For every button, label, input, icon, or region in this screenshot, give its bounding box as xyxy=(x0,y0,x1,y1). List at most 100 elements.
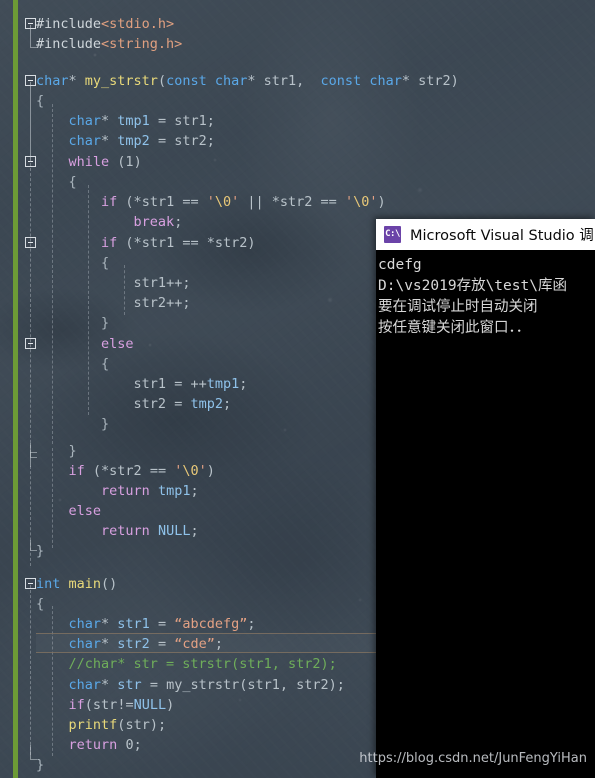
code-token: ( xyxy=(109,154,126,170)
code-token: ( xyxy=(157,73,167,89)
code-token: char xyxy=(36,73,69,89)
code-line[interactable]: printf(str); xyxy=(36,715,167,735)
code-line[interactable]: //char* str = strstr(str1, str2); xyxy=(36,654,337,674)
code-token: == * xyxy=(174,235,215,251)
code-line[interactable]: int main() xyxy=(36,574,117,594)
code-line[interactable]: str2 = tmp2; xyxy=(36,394,232,414)
code-token: tmp1 xyxy=(117,113,150,129)
code-token: * xyxy=(101,133,118,149)
console-window[interactable]: C:\ Microsoft Visual Studio 调 cdefg D:\vs… xyxy=(376,219,595,778)
code-line[interactable]: if (*str1 == '\0' || *str2 == '\0') xyxy=(36,192,386,212)
console-title-bar[interactable]: C:\ Microsoft Visual Studio 调 xyxy=(376,219,595,250)
code-token: str2 xyxy=(214,235,248,251)
code-token: ; xyxy=(214,636,223,652)
code-token: if xyxy=(68,463,85,479)
code-token: ' xyxy=(344,194,354,210)
screenshot-root: #include<stdio.h> #include<string.h> char*… xyxy=(0,0,595,778)
code-token: ) xyxy=(377,194,386,210)
code-token: str1 xyxy=(141,235,175,251)
code-line[interactable]: else xyxy=(36,501,102,521)
code-token: my_strstr xyxy=(84,73,158,89)
code-token: str1 xyxy=(117,616,150,632)
code-line[interactable]: { xyxy=(36,253,109,273)
code-line[interactable]: { xyxy=(36,172,77,192)
code-token: str2 xyxy=(133,396,167,412)
code-line[interactable]: else xyxy=(36,334,134,354)
code-token: str2 xyxy=(279,194,313,210)
code-token: char xyxy=(68,677,102,693)
code-token: str1 xyxy=(133,275,167,291)
code-line[interactable]: return NULL; xyxy=(36,521,199,541)
code-token: tmp2 xyxy=(117,133,150,149)
code-line[interactable]: char* str1 = “abcdefg”; xyxy=(36,614,256,634)
code-token: str1 xyxy=(141,194,175,210)
code-line[interactable]: if(str!=NULL) xyxy=(36,695,175,715)
code-token: { xyxy=(36,356,110,372)
code-token: ; xyxy=(206,133,215,149)
code-line[interactable]: } xyxy=(36,313,109,333)
code-token: { xyxy=(36,174,77,190)
code-token: == xyxy=(312,194,345,210)
code-line[interactable]: #include<stdio.h> xyxy=(36,14,174,34)
code-line[interactable]: { xyxy=(36,354,109,374)
code-token: ); xyxy=(149,717,167,733)
code-token: str1 xyxy=(263,73,297,89)
code-token: else xyxy=(68,503,102,519)
code-token: = xyxy=(149,113,175,129)
code-token: * xyxy=(101,113,118,129)
code-line[interactable]: } xyxy=(36,441,77,461)
code-line[interactable]: char* str = my_strstr(str1, str2); xyxy=(36,675,345,695)
code-line[interactable]: #include<string.h> xyxy=(36,34,182,54)
code-line[interactable]: { xyxy=(36,594,44,614)
code-token: const xyxy=(166,73,207,89)
code-token: == xyxy=(174,194,207,210)
code-token: str2 xyxy=(296,677,329,693)
code-token: my_strstr xyxy=(166,677,240,693)
code-line[interactable]: char* tmp1 = str1; xyxy=(36,111,215,131)
code-line[interactable]: if (*str2 == '\0') xyxy=(36,461,215,481)
code-token: ' xyxy=(206,194,215,210)
code-token: main xyxy=(68,576,102,592)
code-line[interactable]: break; xyxy=(36,212,183,232)
code-line[interactable]: str2++; xyxy=(36,293,191,313)
code-token: * xyxy=(247,73,264,89)
code-token: ; xyxy=(239,376,248,392)
code-token: str xyxy=(92,697,118,713)
code-token: ++; xyxy=(166,295,191,311)
code-token: if xyxy=(101,235,118,251)
code-line[interactable]: { xyxy=(36,91,44,111)
code-line[interactable]: } xyxy=(36,541,44,561)
code-line[interactable]: } xyxy=(36,414,109,434)
code-token: } xyxy=(36,543,45,559)
code-token: = ++ xyxy=(166,376,207,392)
code-token: = xyxy=(149,133,175,149)
code-token: NULL xyxy=(157,523,191,539)
code-token: break xyxy=(133,214,175,230)
code-line[interactable]: char* my_strstr(const char* str1, const … xyxy=(36,71,459,91)
code-line[interactable]: char* str2 = “cde”; xyxy=(36,634,223,654)
code-token: char xyxy=(68,616,102,632)
code-line[interactable]: return tmp1; xyxy=(36,481,199,501)
console-icon-glyph: C:\ xyxy=(385,229,400,239)
code-token: return xyxy=(101,483,150,499)
code-line[interactable]: char* tmp2 = str2; xyxy=(36,131,215,151)
code-token: ++; xyxy=(166,275,191,291)
code-line[interactable]: if (*str1 == *str2) xyxy=(36,233,255,253)
code-token: #include xyxy=(36,36,102,52)
code-line[interactable]: str1++; xyxy=(36,273,191,293)
code-line[interactable]: str1 = ++tmp1; xyxy=(36,374,248,394)
code-token: ; xyxy=(206,113,215,129)
code-token: = xyxy=(141,677,167,693)
code-line[interactable]: while (1) xyxy=(36,152,142,172)
